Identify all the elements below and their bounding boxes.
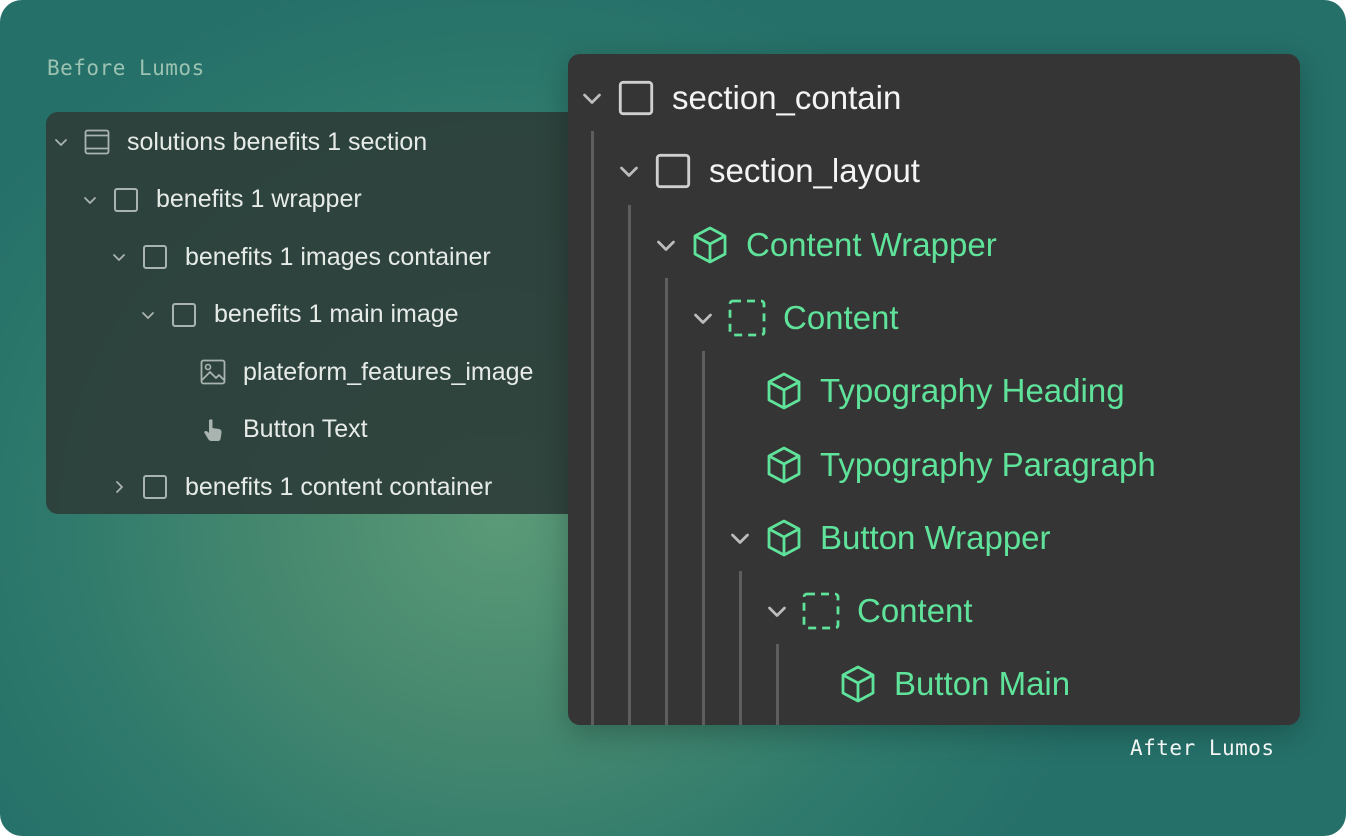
chevron-down-icon[interactable] (654, 233, 678, 257)
section-icon (83, 128, 111, 156)
div-box-icon (616, 78, 656, 118)
before-tree-item-label: benefits 1 images container (185, 242, 491, 271)
chevron-down-icon[interactable] (111, 249, 127, 265)
after-tree-item-label: Button Wrapper (820, 518, 1051, 556)
after-tree-item-label: Typography Paragraph (820, 445, 1156, 483)
div-box-icon (112, 186, 140, 214)
before-tree-item-label: benefits 1 main image (214, 300, 459, 328)
before-tree-item[interactable]: benefits 1 images container (111, 237, 491, 277)
slot-icon (727, 298, 767, 338)
after-tree-item-label: Content (857, 592, 973, 630)
after-tree-item[interactable]: Button Wrapper (728, 512, 1051, 564)
before-tree-item[interactable]: benefits 1 wrapper (82, 180, 362, 220)
after-tree-item-label: Typography Heading (820, 372, 1125, 410)
tree-indent-guide (665, 277, 668, 725)
before-tree-item-label: benefits 1 content container (185, 472, 493, 501)
pointer-hand-icon (199, 416, 227, 444)
before-navigator-panel: solutions benefits 1 section benefits 1 w… (46, 112, 606, 514)
before-caption: Before Lumos (47, 56, 205, 80)
before-tree-item-label: benefits 1 wrapper (156, 185, 362, 213)
after-tree-item-label: section_contain (672, 79, 902, 116)
chevron-down-icon[interactable] (691, 306, 715, 330)
after-tree-item[interactable]: section_layout (617, 145, 920, 197)
image-icon (199, 358, 227, 386)
after-tree-item[interactable]: Content (765, 585, 973, 637)
after-tree-item-label: Button Main (894, 665, 1071, 703)
after-tree-item-label: Content Wrapper (746, 225, 997, 263)
after-navigator-panel: section_contain section_layout Content Wra… (568, 54, 1300, 725)
before-tree-item[interactable]: benefits 1 main image (140, 295, 459, 335)
before-tree-item[interactable]: solutions benefits 1 section (53, 122, 427, 162)
after-tree-item[interactable]: Content Wrapper (654, 219, 997, 271)
div-box-icon (170, 301, 198, 329)
after-tree-item[interactable]: Button Main (802, 658, 1070, 710)
tree-indent-guide (776, 644, 779, 725)
after-tree-item-label: section_layout (709, 152, 920, 190)
tree-indent-guide (702, 351, 705, 725)
before-tree-item-label: Button Text (243, 415, 368, 443)
tree-indent-guide (739, 571, 742, 725)
chevron-down-icon[interactable] (140, 307, 156, 323)
before-tree-item[interactable]: plateform_features_image (169, 352, 533, 392)
after-tree-item[interactable]: Content (691, 292, 899, 344)
after-tree-item[interactable]: section_contain (580, 72, 901, 124)
chevron-down-icon[interactable] (728, 526, 752, 550)
component-icon (764, 518, 804, 558)
chevron-down-icon[interactable] (53, 134, 69, 150)
tree-indent-guide (591, 131, 594, 725)
canvas: Before Lumos solutions benefits 1 sectio… (0, 0, 1346, 836)
component-icon (764, 445, 804, 485)
component-icon (838, 664, 878, 704)
div-box-icon (653, 151, 693, 191)
after-tree-item[interactable]: Typography Heading (728, 365, 1125, 417)
component-icon (690, 225, 730, 265)
chevron-right-icon[interactable] (111, 479, 127, 495)
after-tree-item-label: Content (783, 298, 899, 336)
before-tree-item-label: plateform_features_image (243, 357, 534, 386)
component-icon (764, 371, 804, 411)
before-tree-item[interactable]: Button Text (169, 410, 368, 450)
before-tree-item[interactable]: benefits 1 content container (111, 467, 492, 507)
after-caption: After Lumos (1130, 736, 1275, 760)
slot-icon (801, 591, 841, 631)
div-box-icon (141, 473, 169, 501)
chevron-down-icon[interactable] (765, 599, 789, 623)
div-box-icon (141, 243, 169, 271)
tree-indent-guide (628, 204, 631, 725)
chevron-down-icon[interactable] (617, 159, 641, 183)
after-tree-item[interactable]: Typography Paragraph (728, 439, 1156, 491)
chevron-down-icon[interactable] (82, 192, 98, 208)
chevron-down-icon[interactable] (580, 86, 604, 110)
before-tree-item-label: solutions benefits 1 section (127, 127, 428, 156)
